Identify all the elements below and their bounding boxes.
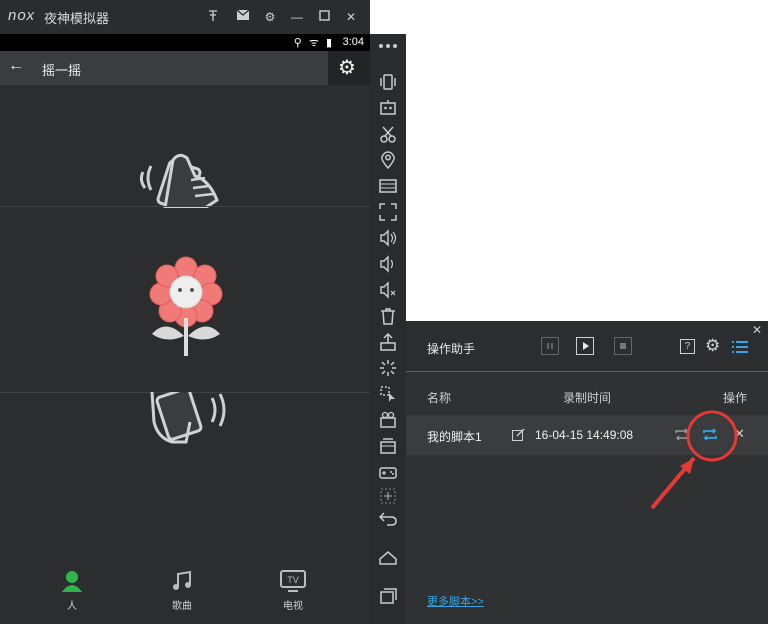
nav-label-person: 人 (67, 601, 77, 612)
col-name: 名称 (427, 391, 452, 405)
script-name: 我的脚本1 (427, 430, 482, 444)
divider-top (0, 206, 370, 207)
music-icon (173, 570, 191, 590)
nav-label-tv: 电视 (283, 601, 303, 612)
pause-button[interactable] (541, 337, 559, 355)
more-icon[interactable] (370, 36, 406, 56)
back-icon[interactable] (370, 508, 406, 528)
svg-text:TV: TV (287, 575, 299, 585)
loading-icon[interactable] (370, 358, 406, 378)
screen-icon[interactable] (370, 176, 406, 196)
android-status-bar: ⚲ ᯤ ▮ 3:04 (0, 34, 370, 51)
more-scripts-link[interactable]: 更多脚本>> (427, 593, 484, 609)
emulator-window: nox 夜神模拟器 ⚙ — ✕ ⚲ ᯤ ▮ 3:04 ← 摇一摇 ⚙ 人 歌曲 … (0, 0, 370, 624)
add-instance-icon[interactable] (370, 486, 406, 506)
mute-icon[interactable] (370, 280, 406, 300)
nav-label-music: 歌曲 (172, 601, 192, 612)
table-header: 名称 录制时间 操作 (406, 373, 768, 413)
status-time: 3:04 (342, 36, 364, 48)
nav-item-tv[interactable]: TV 电视 (263, 570, 323, 612)
person-icon (62, 571, 82, 592)
list-icon[interactable] (732, 340, 748, 354)
app-bar: ← 摇一摇 ⚙ (0, 51, 370, 85)
robot-icon[interactable] (370, 98, 406, 118)
col-action: 操作 (723, 391, 748, 405)
script-record-time: 16-04-15 14:49:08 (535, 428, 634, 442)
minimize-icon[interactable]: — (288, 8, 306, 26)
settings-icon[interactable]: ⚙ (261, 8, 279, 26)
signal-icons: ⚲ ᯤ ▮ (293, 37, 334, 49)
tv-icon: TV (280, 570, 306, 592)
shake-hand-top-icon (139, 153, 219, 208)
shake-hand-bottom-icon (150, 392, 226, 444)
annotation-arrow (650, 410, 738, 510)
recent-apps-icon[interactable] (370, 586, 406, 606)
side-toolbar (370, 34, 406, 624)
panel-header: 操作助手 ✕ ? ⚙ (406, 321, 768, 372)
scissors-icon[interactable] (370, 124, 406, 144)
maximize-icon[interactable] (315, 8, 333, 26)
volume-up-icon[interactable] (370, 228, 406, 248)
title-bar: nox 夜神模拟器 ⚙ — ✕ (0, 0, 370, 34)
nav-item-music[interactable]: 歌曲 (152, 570, 212, 612)
panel-title: 操作助手 (427, 342, 476, 356)
location-icon[interactable] (370, 150, 406, 170)
trash-icon[interactable] (370, 306, 406, 326)
multi-instance-icon[interactable] (370, 436, 406, 456)
col-time: 录制时间 (563, 391, 612, 405)
stop-button[interactable] (614, 337, 632, 355)
pin-icon[interactable] (204, 8, 222, 27)
gamepad-icon[interactable] (370, 462, 406, 482)
home-icon[interactable] (370, 548, 406, 568)
page-title: 摇一摇 (42, 63, 82, 78)
play-button[interactable] (576, 337, 594, 355)
fullscreen-icon[interactable] (370, 202, 406, 222)
volume-down-icon[interactable] (370, 254, 406, 274)
mail-icon[interactable] (234, 8, 252, 26)
gear-icon: ⚙ (338, 57, 356, 79)
video-record-icon[interactable] (370, 410, 406, 430)
close-panel-icon[interactable]: ✕ (752, 323, 762, 337)
nox-logo: nox (8, 7, 36, 24)
window-title: 夜神模拟器 (44, 11, 110, 26)
settings-button[interactable]: ⚙ (328, 51, 370, 85)
back-arrow-icon[interactable]: ← (8, 57, 24, 75)
close-window-icon[interactable]: ✕ (342, 8, 360, 26)
panel-settings-icon[interactable]: ⚙ (705, 336, 720, 356)
help-icon[interactable]: ? (680, 339, 695, 354)
macro-icon[interactable] (370, 384, 406, 404)
apk-install-icon[interactable] (370, 332, 406, 352)
flower-icon (149, 256, 223, 356)
nav-item-person[interactable]: 人 (42, 570, 102, 612)
bottom-nav: 人 歌曲 TV 电视 (0, 566, 370, 624)
edit-icon[interactable] (512, 428, 525, 441)
shake-phone-icon[interactable] (370, 72, 406, 92)
